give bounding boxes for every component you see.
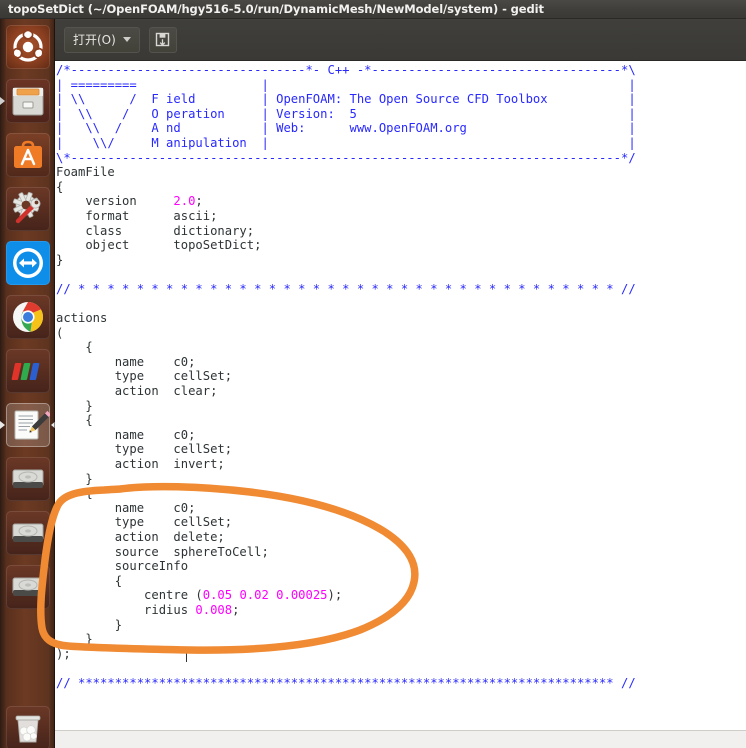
launcher-item-wps-office[interactable] — [6, 349, 50, 393]
running-indicator-icon — [0, 97, 5, 105]
launcher-item-gedit[interactable] — [0, 403, 55, 447]
software-center-icon — [6, 133, 50, 177]
launcher-item-files[interactable] — [0, 79, 50, 123]
gedit-icon — [6, 403, 50, 447]
launcher-item-disk-volume-1[interactable] — [6, 457, 50, 501]
wps-office-icon — [6, 349, 50, 393]
open-file-button[interactable]: 打开(O) — [64, 26, 140, 53]
unity-launcher — [0, 19, 55, 748]
launcher-item-trash[interactable] — [6, 706, 50, 748]
launcher-item-ubuntu-dash[interactable] — [6, 25, 50, 69]
save-file-button[interactable] — [148, 26, 177, 53]
chrome-icon — [6, 295, 50, 339]
gear-wrench-icon — [6, 187, 50, 231]
launcher-item-system-settings[interactable] — [6, 187, 50, 231]
window-title: topoSetDict (~/OpenFOAM/hgy516-5.0/run/D… — [8, 2, 544, 16]
file-cabinet-icon — [6, 79, 50, 123]
ubuntu-logo-icon — [6, 25, 50, 69]
teamviewer-icon — [6, 241, 50, 285]
launcher-item-disk-volume-2[interactable] — [6, 511, 50, 555]
trash-icon — [6, 706, 50, 748]
launcher-item-google-chrome[interactable] — [6, 295, 50, 339]
hard-disk-icon — [6, 457, 50, 501]
text-cursor — [186, 649, 187, 662]
gedit-toolbar: 打开(O) — [55, 19, 746, 61]
open-button-label: 打开(O) — [73, 33, 116, 47]
hard-disk-icon — [6, 511, 50, 555]
launcher-item-disk-volume-3[interactable] — [6, 565, 50, 609]
running-indicator-icon — [0, 421, 5, 429]
source-code-text[interactable]: /*--------------------------------*- C++… — [56, 63, 636, 691]
gedit-statusbar — [55, 730, 746, 748]
launcher-item-ubuntu-software[interactable] — [6, 133, 50, 177]
chevron-down-icon — [122, 37, 131, 42]
save-icon — [155, 32, 170, 47]
launcher-item-teamviewer[interactable] — [6, 241, 50, 285]
top-panel: topoSetDict (~/OpenFOAM/hgy516-5.0/run/D… — [0, 0, 746, 19]
gedit-window: 打开(O) /*--------------------------------… — [55, 19, 746, 748]
hard-disk-icon — [6, 565, 50, 609]
focused-indicator-icon — [51, 421, 55, 429]
text-editor-area[interactable]: /*--------------------------------*- C++… — [55, 61, 746, 730]
